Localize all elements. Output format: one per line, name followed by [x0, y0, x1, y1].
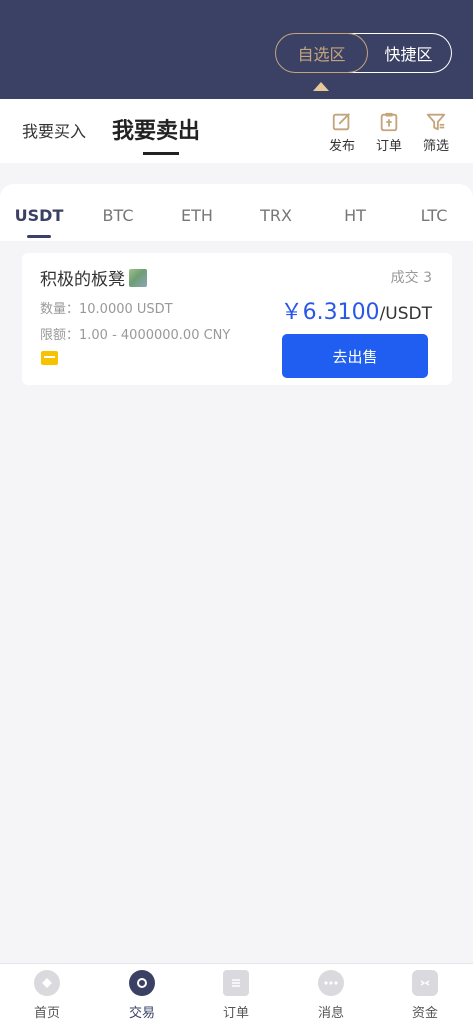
- bank-card-icon: [41, 351, 58, 365]
- message-icon: [318, 970, 344, 996]
- home-icon: [34, 970, 60, 996]
- trade-tab-bar: 我要买入 我要卖出 发布 订单 筛选: [0, 99, 473, 163]
- tab-buy[interactable]: 我要买入: [22, 118, 86, 142]
- tab-coin-usdt[interactable]: USDT: [9, 206, 69, 225]
- coin-tab-indicator: [27, 235, 51, 238]
- deal-count: 成交 3: [390, 270, 432, 286]
- nav-home-label: 首页: [33, 1006, 60, 1021]
- active-zone-caret-icon: [313, 82, 329, 91]
- tab-sell-indicator: [143, 152, 179, 155]
- tab-coin-btc[interactable]: BTC: [88, 206, 148, 225]
- coin-tabs: USDT BTC ETH TRX HT LTC: [0, 184, 473, 241]
- listing-card: 积极的板凳 成交 3 数量：10.0000 USDT 限额：1.00 - 400…: [22, 253, 452, 385]
- top-header: 快捷区 自选区: [0, 0, 473, 99]
- limit-text: 限额：1.00 - 4000000.00 CNY: [40, 328, 231, 343]
- quantity-text: 数量：10.0000 USDT: [40, 302, 173, 317]
- orders-label: 订单: [375, 139, 402, 154]
- nav-trade[interactable]: 交易: [107, 970, 177, 1021]
- nav-messages[interactable]: 消息: [296, 970, 366, 1021]
- price-unit: /USDT: [379, 304, 432, 324]
- filter-button[interactable]: 筛选: [416, 111, 456, 154]
- sell-button[interactable]: 去出售: [282, 334, 428, 378]
- nav-home[interactable]: 首页: [12, 970, 82, 1021]
- tab-coin-ht[interactable]: HT: [325, 206, 385, 225]
- nav-orders[interactable]: 订单: [201, 970, 271, 1021]
- nav-trade-label: 交易: [128, 1006, 155, 1021]
- publish-button[interactable]: 发布: [322, 111, 362, 154]
- bottom-nav: 首页 交易 订单 消息 资金: [0, 963, 473, 1024]
- clipboard-icon: [380, 112, 398, 132]
- nav-messages-label: 消息: [317, 1006, 344, 1021]
- tab-coin-ltc[interactable]: LTC: [404, 206, 464, 225]
- trade-icon: [129, 970, 155, 996]
- seller-avatar-icon: [129, 268, 147, 287]
- filter-icon: [426, 113, 446, 131]
- seller-name-text: 积极的板凳: [40, 270, 125, 290]
- nav-orders-label: 订单: [222, 1006, 249, 1021]
- price-value: ￥6.3100: [280, 300, 380, 325]
- tab-coin-eth[interactable]: ETH: [167, 206, 227, 225]
- edit-icon: [332, 113, 350, 131]
- orders-icon: [223, 970, 249, 996]
- nav-wallet[interactable]: 资金: [390, 970, 460, 1021]
- seller-name[interactable]: 积极的板凳: [40, 265, 147, 290]
- tab-coin-trx[interactable]: TRX: [246, 206, 306, 225]
- nav-wallet-label: 资金: [411, 1006, 438, 1021]
- orders-button[interactable]: 订单: [369, 111, 409, 154]
- publish-label: 发布: [328, 139, 355, 154]
- favorite-zone-tab[interactable]: 自选区: [275, 33, 368, 73]
- wallet-icon: [412, 970, 438, 996]
- price: ￥6.3100/USDT: [281, 294, 432, 326]
- tab-sell[interactable]: 我要卖出: [112, 113, 200, 145]
- filter-label: 筛选: [422, 139, 449, 154]
- zone-switch: 快捷区 自选区: [275, 33, 452, 73]
